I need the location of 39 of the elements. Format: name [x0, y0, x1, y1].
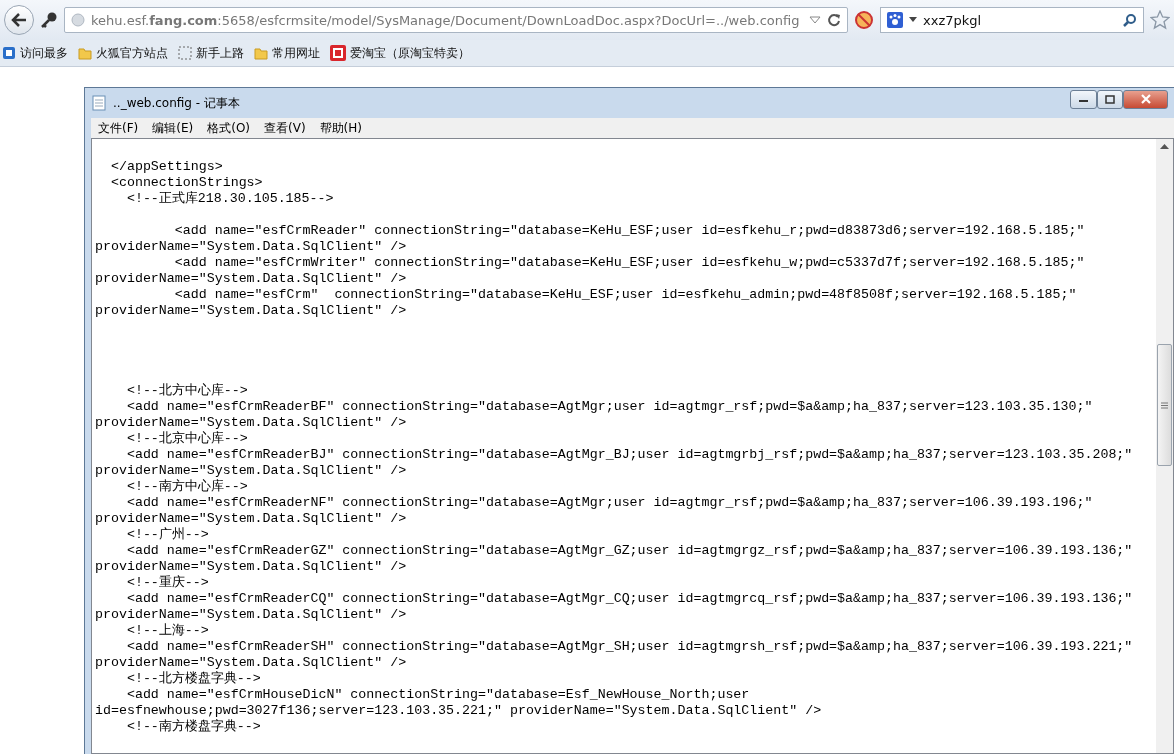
- close-icon: [1140, 94, 1151, 104]
- search-icon[interactable]: [1123, 13, 1137, 27]
- menu-item[interactable]: 文件(F): [91, 119, 146, 137]
- bookmark-link[interactable]: 访问最多: [2, 44, 68, 62]
- reload-icon[interactable]: [827, 13, 841, 27]
- bookmark-icon: [2, 46, 16, 60]
- bookmark-link[interactable]: 常用网址: [254, 44, 320, 62]
- close-button[interactable]: [1123, 89, 1168, 109]
- menu-item[interactable]: 编辑(E): [145, 119, 201, 137]
- scroll-thumb[interactable]: [1157, 344, 1172, 466]
- bookmark-link[interactable]: 新手上路: [178, 44, 244, 62]
- address-bar[interactable]: kehu.esf.fang.com:5658/esfcrmsite/model/SysManage/Document/DownLoadDoc.aspx?DocUrl=../web.config: [64, 7, 848, 33]
- menu-item[interactable]: 格式(O): [200, 119, 258, 137]
- shopping-icon: [330, 45, 346, 61]
- scroll-up-icon[interactable]: [1160, 144, 1169, 150]
- bookmark-link[interactable]: 爱淘宝（原淘宝特卖）: [330, 44, 470, 62]
- arrow-left-icon: [11, 13, 27, 27]
- maximize-icon: [1105, 94, 1115, 104]
- menu-item[interactable]: 帮助(H): [312, 119, 369, 137]
- notepad-icon: [91, 95, 107, 111]
- paw-icon[interactable]: [887, 12, 903, 28]
- scrollbar[interactable]: [1156, 139, 1173, 753]
- search-field[interactable]: xxz7pkgl: [880, 7, 1144, 33]
- folder-icon: [254, 46, 268, 60]
- star-icon[interactable]: [1150, 10, 1170, 30]
- globe-icon: [71, 13, 85, 27]
- blocked-icon[interactable]: [854, 10, 874, 30]
- bookmark-link[interactable]: 火狐官方站点: [78, 44, 168, 62]
- search-text: xxz7pkgl: [923, 12, 983, 28]
- folder-icon: [78, 46, 92, 60]
- dropdown-icon[interactable]: [909, 17, 917, 23]
- minimize-button[interactable]: [1070, 89, 1097, 109]
- back-button[interactable]: [4, 5, 34, 35]
- grip-icon: [1161, 401, 1168, 409]
- window-title: .._web.config - 记事本: [113, 94, 241, 112]
- maximize-button[interactable]: [1097, 89, 1123, 109]
- menu-item[interactable]: 查看(V): [257, 119, 313, 137]
- key-icon[interactable]: [40, 11, 58, 29]
- blank-page-icon: [178, 46, 192, 60]
